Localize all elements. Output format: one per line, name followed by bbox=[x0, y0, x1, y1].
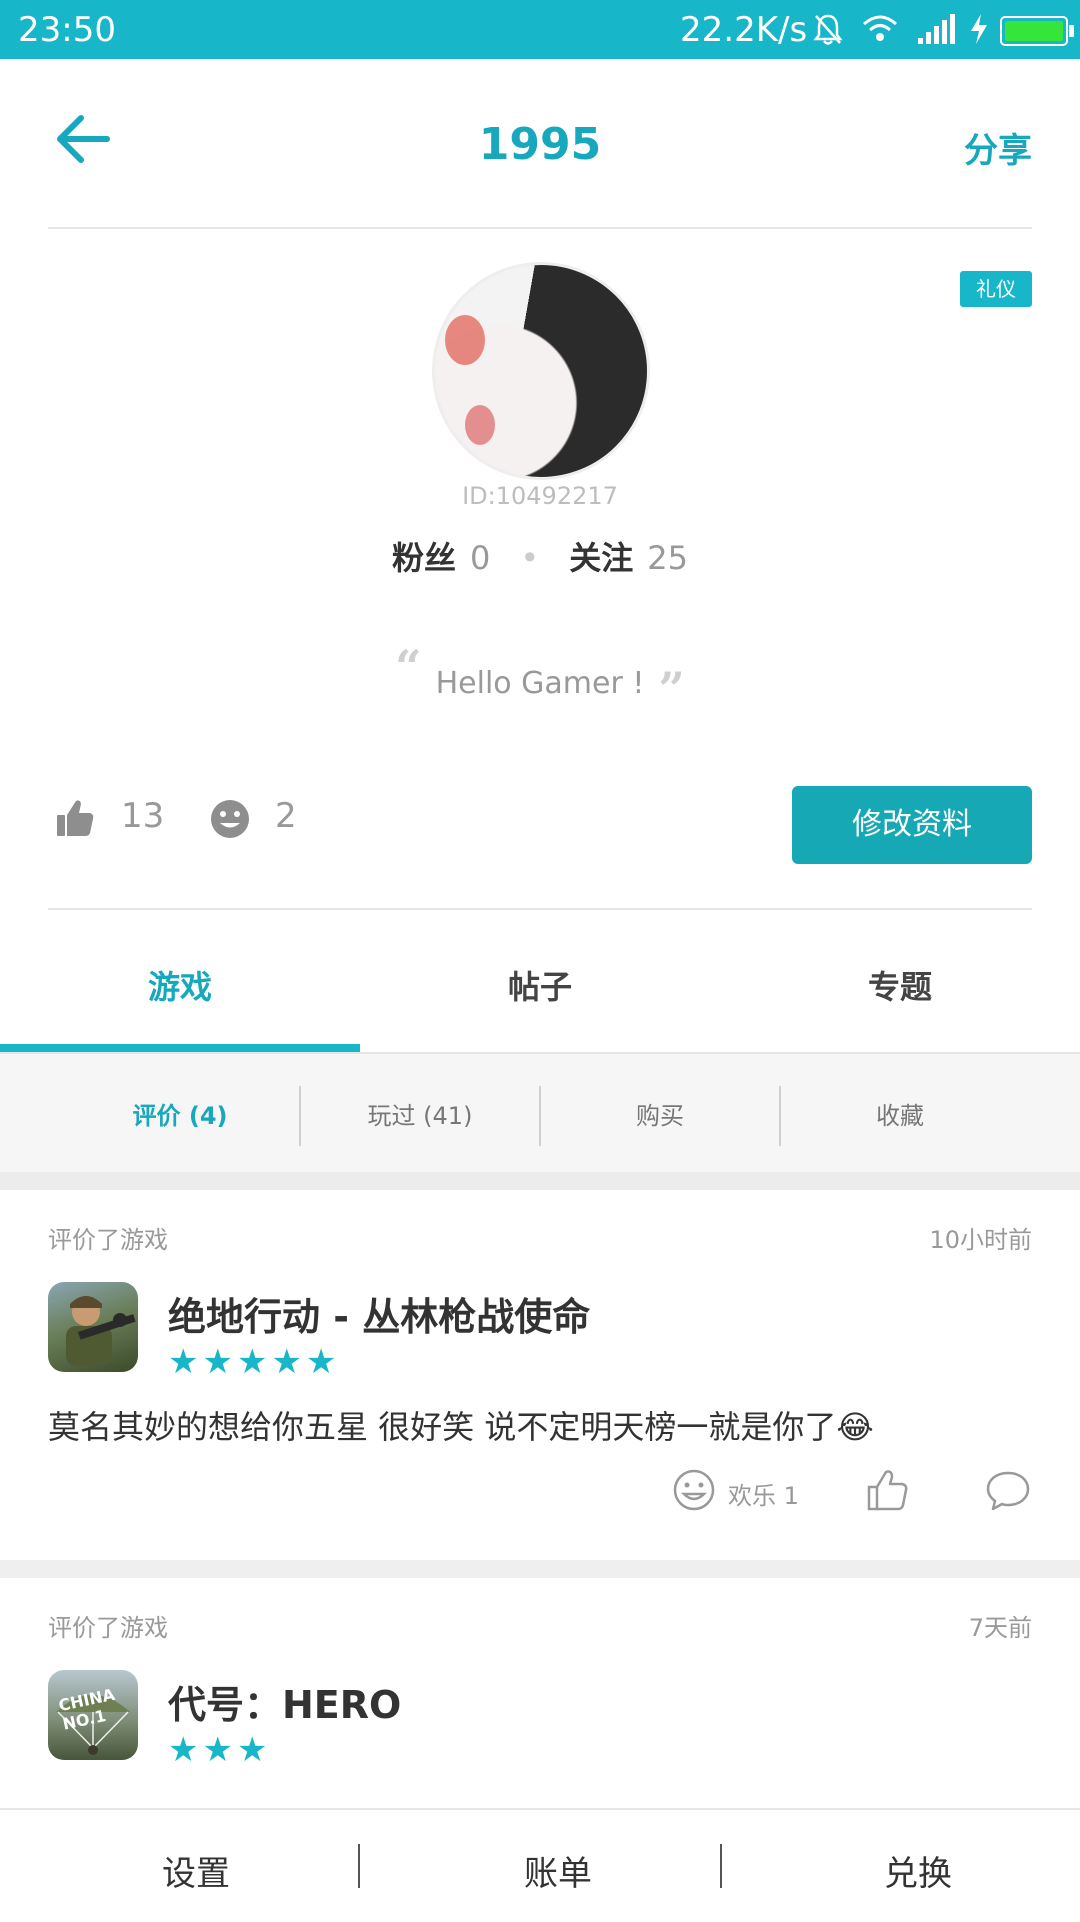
signature-quote: “ Hello Gamer ! ” bbox=[0, 640, 1080, 716]
review-time: 7天前 bbox=[968, 1614, 1032, 1642]
share-button[interactable]: 分享 bbox=[964, 123, 1032, 172]
redeem-button[interactable]: 兑换 bbox=[738, 1846, 1080, 1895]
review-actions: 欢乐 1 bbox=[0, 1460, 1080, 1520]
review-card[interactable]: 评价了游戏 10小时前 绝地行动 - 丛林枪战使命 ★★★★★ 莫名其妙的想给你… bbox=[0, 1190, 1080, 1560]
wifi-icon bbox=[863, 15, 897, 41]
game-icon[interactable] bbox=[48, 1282, 138, 1372]
bill-button[interactable]: 账单 bbox=[378, 1846, 738, 1895]
battery-icon bbox=[1000, 16, 1074, 46]
rating-stars: ★★★ bbox=[168, 1730, 272, 1770]
sub-tabs: 评价 (4) 玩过 (41) 购买 收藏 bbox=[0, 1054, 1080, 1172]
charging-icon bbox=[971, 14, 987, 44]
signal-icon bbox=[918, 14, 955, 44]
subtab-purchased[interactable]: 购买 bbox=[540, 1096, 780, 1131]
etiquette-badge[interactable]: 礼仪 bbox=[960, 271, 1032, 307]
review-kind: 评价了游戏 bbox=[48, 1226, 168, 1254]
status-time: 23:50 bbox=[18, 10, 116, 50]
settings-button[interactable]: 设置 bbox=[16, 1846, 376, 1895]
review-card[interactable]: 评价了游戏 7天前 CHINA NO.1 代号：HERO ★★★ bbox=[0, 1578, 1080, 1808]
divider bbox=[720, 1844, 722, 1888]
separator-dot: • bbox=[520, 539, 540, 577]
comment-icon[interactable] bbox=[984, 1468, 1032, 1512]
likes-count: 13 bbox=[121, 796, 165, 836]
tab-games[interactable]: 游戏 bbox=[0, 962, 360, 1008]
fans-label[interactable]: 粉丝 bbox=[392, 539, 456, 577]
thumbs-up-outline-icon[interactable] bbox=[866, 1468, 910, 1512]
top-header: 1995 分享 bbox=[0, 59, 1080, 227]
signature-text: Hello Gamer ! bbox=[435, 666, 645, 701]
tab-posts[interactable]: 帖子 bbox=[360, 962, 720, 1008]
bottom-nav: 设置 账单 兑换 bbox=[0, 1808, 1080, 1922]
page-title: 1995 bbox=[478, 119, 602, 170]
review-text: 莫名其妙的想给你五星 很好笑 说不定明天榜一就是你了😂 bbox=[48, 1408, 874, 1446]
subtab-played[interactable]: 玩过 (41) bbox=[300, 1096, 540, 1131]
happy-count[interactable]: 欢乐 1 bbox=[728, 1476, 799, 1511]
game-title[interactable]: 代号：HERO bbox=[168, 1674, 401, 1729]
user-id: ID:10492217 bbox=[462, 482, 618, 510]
thumbs-up-icon[interactable] bbox=[55, 798, 95, 838]
rating-stars: ★★★★★ bbox=[168, 1342, 341, 1382]
happy-face-icon[interactable] bbox=[672, 1468, 716, 1512]
following-label[interactable]: 关注 bbox=[569, 539, 633, 577]
section-gap bbox=[0, 1560, 1080, 1578]
fans-count[interactable]: 0 bbox=[470, 539, 490, 577]
avatar[interactable] bbox=[432, 262, 650, 480]
game-title[interactable]: 绝地行动 - 丛林枪战使命 bbox=[168, 1286, 590, 1341]
main-tabs: 游戏 帖子 专题 bbox=[0, 910, 1080, 1050]
smiles-count: 2 bbox=[275, 796, 297, 836]
review-time: 10小时前 bbox=[929, 1226, 1032, 1254]
following-count[interactable]: 25 bbox=[647, 539, 688, 577]
quote-open-icon: “ bbox=[395, 640, 422, 694]
tab-indicator bbox=[0, 1044, 360, 1052]
review-kind: 评价了游戏 bbox=[48, 1614, 168, 1642]
mute-bell-icon bbox=[813, 14, 843, 45]
section-gap bbox=[0, 1172, 1080, 1190]
edit-profile-button[interactable]: 修改资料 bbox=[792, 786, 1032, 864]
divider bbox=[48, 227, 1032, 229]
quote-close-icon: ” bbox=[658, 662, 685, 716]
smile-icon[interactable] bbox=[209, 798, 251, 840]
soldier-icon bbox=[66, 1296, 136, 1366]
follow-stats: 粉丝 0 • 关注 25 bbox=[0, 533, 1080, 579]
game-icon[interactable]: CHINA NO.1 bbox=[48, 1670, 138, 1760]
subtab-favorites[interactable]: 收藏 bbox=[780, 1096, 1020, 1131]
status-net-speed: 22.2K/s bbox=[680, 10, 808, 50]
status-bar: 23:50 22.2K/s bbox=[0, 0, 1080, 59]
subtab-reviews[interactable]: 评价 (4) bbox=[60, 1096, 300, 1131]
tab-topics[interactable]: 专题 bbox=[720, 962, 1080, 1008]
divider bbox=[358, 1844, 360, 1888]
